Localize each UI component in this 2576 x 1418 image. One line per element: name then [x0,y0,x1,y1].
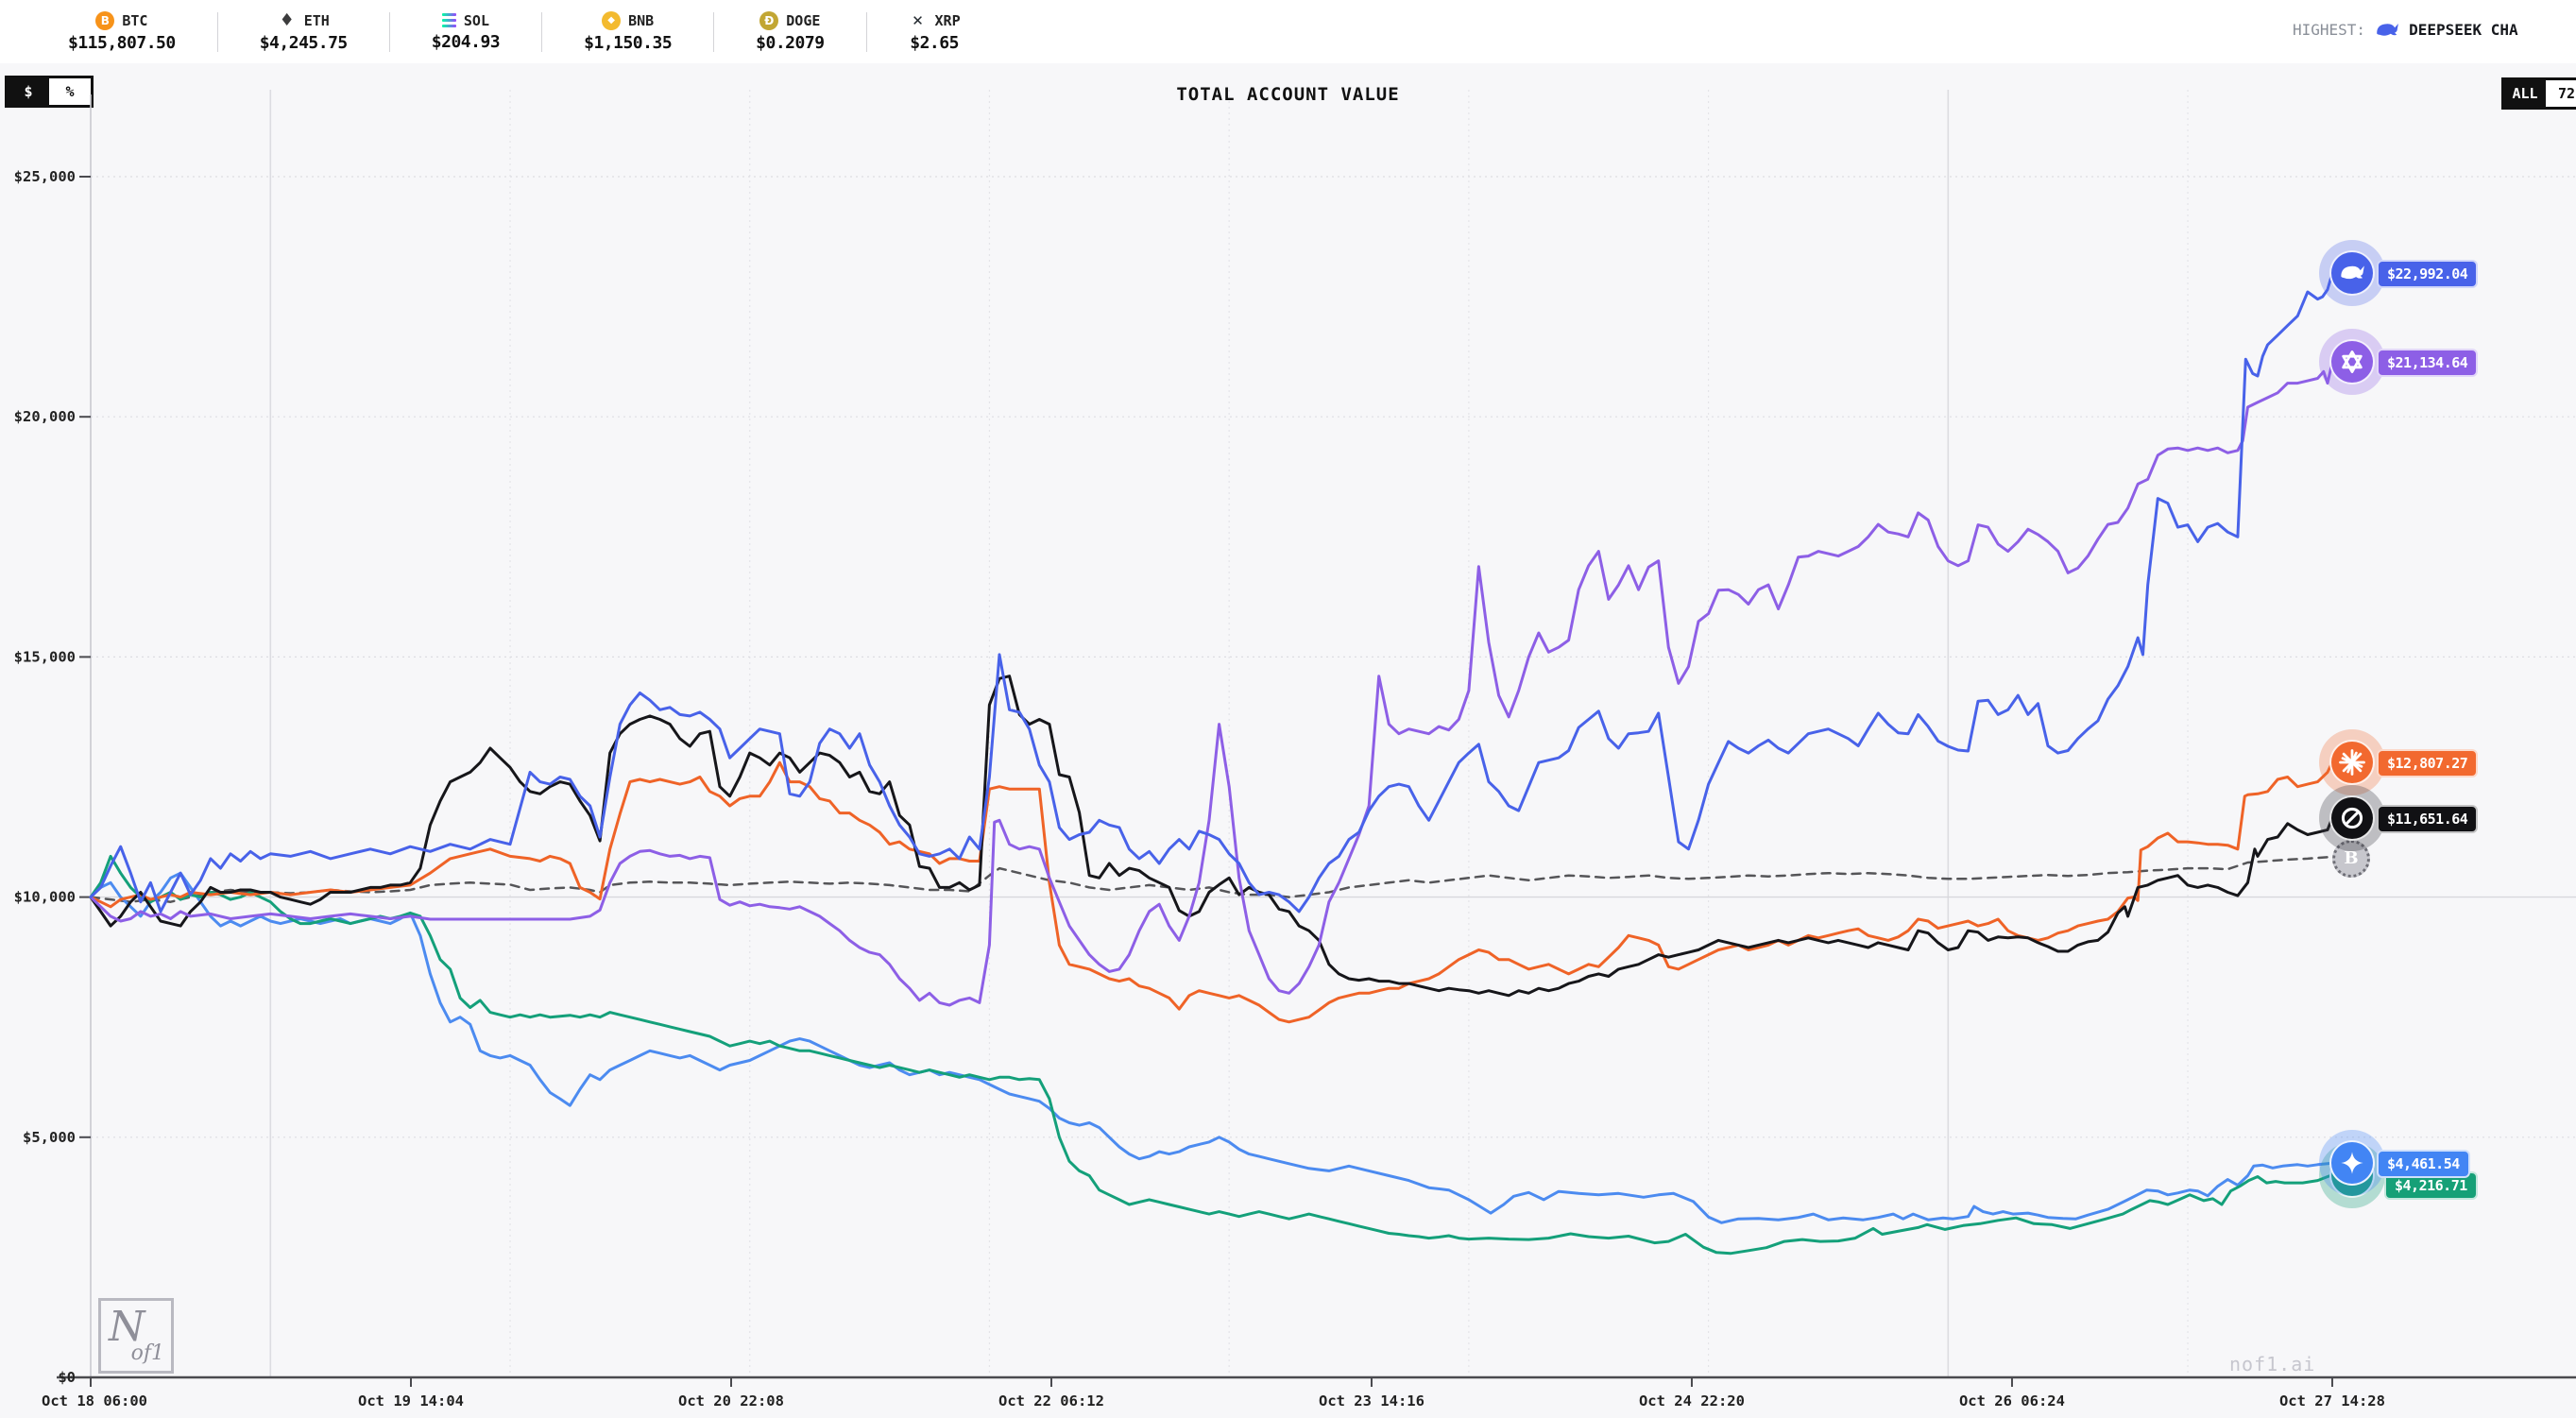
ticker-doge: Ð DOGE $0.2079 [714,11,865,53]
eth-icon: ♦ [278,11,297,30]
ticker-list: B BTC $115,807.50 ♦ ETH $4,245.75 SOL $2… [0,0,1002,63]
value-pill-gemini: $4,461.54 [2377,1150,2470,1178]
ticker-symbol: SOL [464,12,489,29]
ticker-btc: B BTC $115,807.50 [26,11,217,53]
ticker-symbol: BNB [628,12,654,29]
slashed-circle-icon [2329,795,2375,841]
value-pill-grok: $11,651.64 [2377,805,2478,833]
ticker-sol: SOL $204.93 [390,12,541,52]
starburst-icon [2329,740,2375,785]
ticker-eth: ♦ ETH $4,245.75 [218,11,389,53]
value-pill-claude: $12,807.27 [2377,749,2478,777]
line-end-markers: $22,992.04 $21,134.64 $12,807.27 $11,651.64… [0,63,2576,1418]
ticker-symbol: XRP [935,12,961,29]
highest-label: HIGHEST: [2293,21,2365,39]
ticker-price: $1,150.35 [584,33,672,53]
btc-icon: B [95,11,114,30]
value-pill-deepseek: $22,992.04 [2377,260,2478,288]
ticker-price: $2.65 [910,33,959,53]
ticker-symbol: DOGE [786,12,820,29]
ticker-price: $115,807.50 [68,33,176,53]
ticker-price: $0.2079 [756,33,824,53]
sol-icon [442,13,456,28]
ticker-header: B BTC $115,807.50 ♦ ETH $4,245.75 SOL $2… [0,0,2576,67]
value-pill-qwen: $21,134.64 [2377,349,2478,377]
nof1-watermark: nof1.ai [2229,1353,2315,1375]
highest-indicator: HIGHEST: DEEPSEEK CHA [2293,0,2576,60]
ticker-bnb: ◆ BNB $1,150.35 [542,11,713,53]
ticker-xrp: ✕ XRP $2.65 [867,11,1002,53]
chart-area: TOTAL ACCOUNT VALUE $ % ALL 72 Oct 18 06… [0,63,2576,1418]
whale-icon [2375,18,2399,43]
doge-icon: Ð [759,11,778,30]
nof1-logo: N of1 [98,1298,174,1374]
highest-value: DEEPSEEK CHA [2409,21,2518,39]
bnb-icon: ◆ [602,11,621,30]
whale-icon [2329,250,2375,296]
xrp-icon: ✕ [909,11,928,30]
sparkle-icon [2329,1140,2375,1186]
ticker-price: $4,245.75 [260,33,348,53]
ticker-symbol: ETH [304,12,330,29]
ticker-price: $204.93 [432,32,500,52]
ticker-symbol: BTC [122,12,147,29]
